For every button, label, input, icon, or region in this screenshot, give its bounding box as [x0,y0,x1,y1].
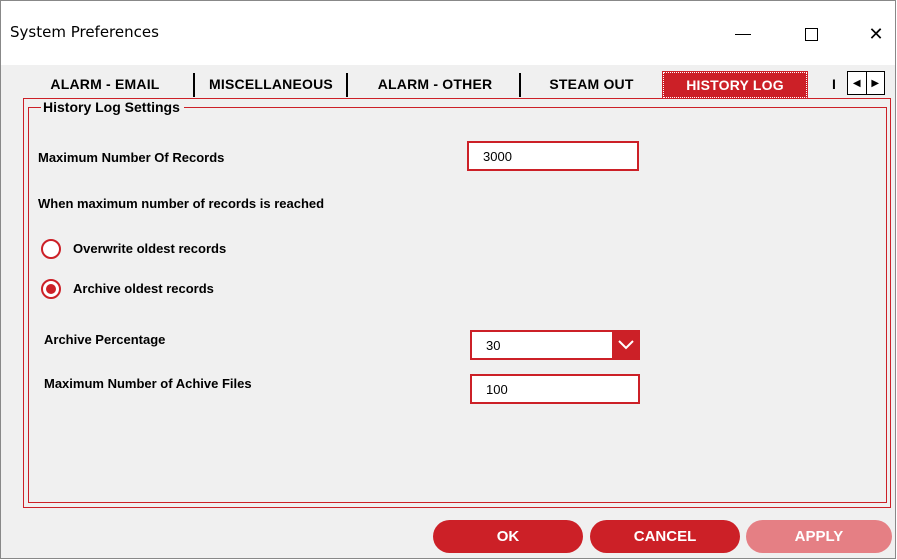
max-files-input[interactable]: 100 [470,374,640,404]
archive-radio-label[interactable]: Archive oldest records [73,281,214,296]
cancel-button[interactable]: CANCEL [590,520,740,553]
tab-bar: ALARM - EMAIL MISCELLANEOUS ALARM - OTHE… [19,69,895,99]
window-title: System Preferences [10,23,159,41]
title-bar[interactable]: System Preferences ✕ [1,1,895,65]
tab-panel: History Log Settings Maximum Number Of R… [23,98,891,508]
overwrite-radio-label[interactable]: Overwrite oldest records [73,241,226,256]
overwrite-radio[interactable] [41,239,61,259]
chevron-down-icon[interactable] [612,330,640,360]
archive-radio[interactable] [41,279,61,299]
max-records-label: Maximum Number Of Records [38,150,225,165]
tab-scroll-buttons: ◀ ▶ [847,71,885,95]
close-icon: ✕ [868,23,884,44]
tab-truncated[interactable]: I [827,71,841,97]
apply-button[interactable]: APPLY [746,520,892,553]
minimize-button[interactable] [721,15,765,53]
preferences-window: System Preferences ✕ ALARM - EMAIL MISCE… [0,0,896,559]
ok-button[interactable]: OK [433,520,583,553]
close-button[interactable]: ✕ [854,15,897,53]
maximize-icon [804,27,818,41]
max-files-label: Maximum Number of Achive Files [44,376,252,391]
tab-alarm-other[interactable]: ALARM - OTHER [351,71,519,97]
maximize-button[interactable] [789,15,833,53]
scroll-right-icon[interactable]: ▶ [867,72,885,94]
tab-alarm-email[interactable]: ALARM - EMAIL [19,71,191,97]
archive-percentage-select[interactable]: 30 [470,330,640,360]
archive-percentage-value: 30 [486,337,501,353]
minimize-icon [735,33,751,35]
tab-steam-out[interactable]: STEAM OUT [524,71,659,97]
tab-history-log[interactable]: HISTORY LOG [662,71,808,99]
tab-divider [346,73,348,97]
history-log-settings-group: History Log Settings [28,99,887,503]
archive-percentage-label: Archive Percentage [44,332,166,347]
tab-miscellaneous[interactable]: MISCELLANEOUS [197,71,345,97]
group-title: History Log Settings [41,99,184,115]
reached-label: When maximum number of records is reache… [38,196,325,211]
tab-divider [193,73,195,97]
scroll-left-icon[interactable]: ◀ [848,72,867,94]
max-records-input[interactable]: 3000 [467,141,639,171]
tab-divider [519,73,521,97]
